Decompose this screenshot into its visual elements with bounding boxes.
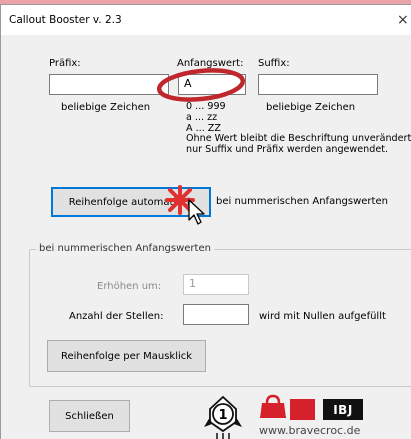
prefix-input[interactable]	[49, 74, 169, 95]
badge-number: 1	[218, 408, 228, 423]
ibj-logo-text: IBJ	[333, 402, 353, 417]
digits-input[interactable]	[183, 304, 249, 325]
suffix-label: Suffix:	[258, 58, 290, 69]
prefix-label: Präfix:	[49, 58, 81, 69]
window-title: Callout Booster v. 2.3	[9, 14, 122, 26]
title-bar: Callout Booster v. 2.3 ×	[1, 5, 411, 35]
highlight-ellipse	[156, 68, 246, 102]
hint-range-lower: a ... zz	[186, 111, 218, 123]
group-legend: bei nummerischen Anfangswerten	[36, 243, 214, 254]
increment-input[interactable]: 1	[183, 274, 249, 295]
start-value-hints: 0 ... 999 a ... zz A ... ZZ Ohne Wert bl…	[186, 101, 411, 156]
close-button[interactable]: Schließen	[49, 400, 130, 432]
increment-label: Erhöhen um:	[97, 281, 162, 292]
digits-hint: wird mit Nullen aufgefüllt	[259, 311, 386, 322]
hint-suffix-prefix: nur Suffix und Präfix werden angewendet.	[186, 144, 389, 156]
close-button-label: Schließen	[65, 410, 114, 422]
shopping-bag-icon	[260, 394, 286, 418]
auto-order-side-text: bei nummerischen Anfangswerten	[216, 196, 388, 207]
click-order-button[interactable]: Reihenfolge per Mausklick	[47, 340, 206, 372]
digits-label: Anzahl der Stellen:	[69, 311, 164, 322]
prefix-hint: beliebige Zeichen	[61, 102, 151, 113]
ibj-logo-icon: IBJ	[323, 399, 363, 420]
close-icon[interactable]: ×	[397, 11, 411, 29]
suffix-input[interactable]	[258, 74, 378, 95]
click-order-label: Reihenfolge per Mausklick	[60, 350, 193, 362]
website-text: www.bravecroc.de	[259, 424, 361, 437]
logo-red-square	[290, 399, 315, 420]
mouse-cursor-icon	[188, 199, 205, 225]
dialog-window: Callout Booster v. 2.3 × Präfix: Anfangs…	[0, 4, 411, 439]
